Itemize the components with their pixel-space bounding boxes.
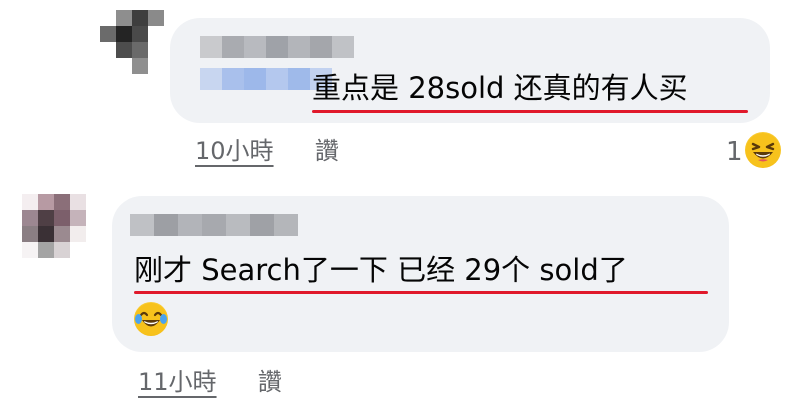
timestamp-link[interactable]: 11小時 [138, 368, 217, 396]
comment-text: 重点是 28sold 还真的有人买 [312, 71, 688, 105]
comment-thread: 重点是 28sold 还真的有人买 10小時 讚 1 刚才 Search了一下 … [0, 0, 800, 408]
timestamp-link[interactable]: 10小時 [195, 137, 274, 165]
laughing-emoji-icon[interactable] [745, 132, 781, 168]
tears-of-joy-emoji-icon [134, 302, 168, 336]
author-name[interactable] [130, 214, 298, 236]
reaction-count[interactable]: 1 [726, 137, 743, 167]
red-underline [134, 291, 708, 294]
comment-bubble: 重点是 28sold 还真的有人买 [170, 18, 770, 123]
red-underline [312, 110, 748, 113]
avatar[interactable] [100, 10, 164, 74]
like-button[interactable]: 讚 [315, 137, 339, 165]
like-button[interactable]: 讚 [258, 368, 282, 396]
comment-text: 刚才 Search了一下 已经 29个 sold了 [134, 253, 628, 287]
author-name[interactable] [200, 36, 354, 58]
comment-meta: 10小時 讚 [195, 136, 339, 166]
comment-meta: 11小時 讚 [138, 367, 282, 397]
avatar[interactable] [22, 194, 86, 258]
comment-bubble: 刚才 Search了一下 已经 29个 sold了 [112, 196, 729, 352]
